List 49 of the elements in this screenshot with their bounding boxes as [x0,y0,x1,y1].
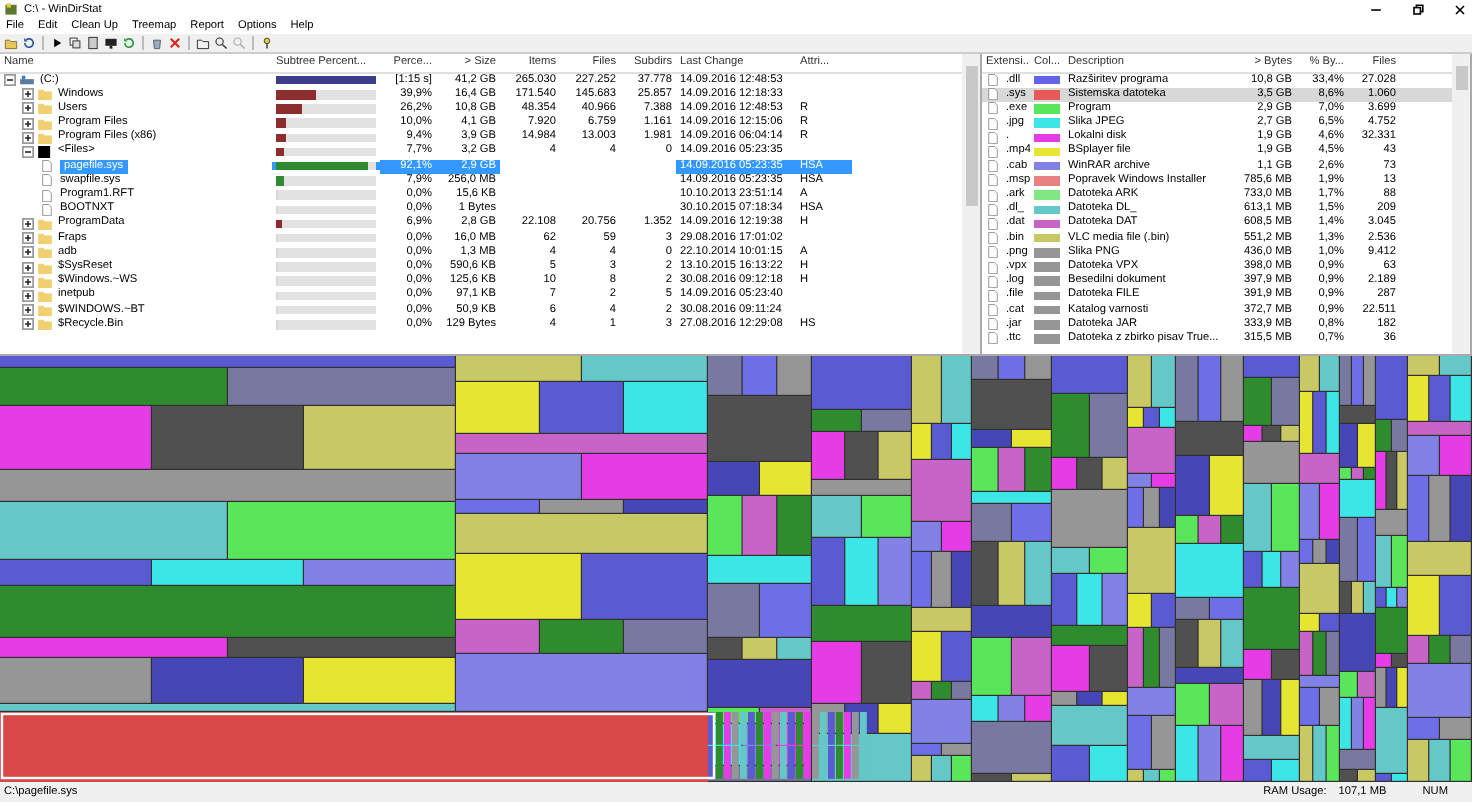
expand-toggle-icon[interactable] [22,217,34,230]
document-icon[interactable] [86,36,100,50]
help-icon[interactable] [260,36,274,50]
expand-toggle-icon[interactable] [22,261,34,274]
subtree-bar [276,276,376,286]
subtree-bar [276,320,376,330]
subtree-bar [276,291,376,301]
subtree-bar [276,118,376,128]
zoom-in-icon[interactable] [214,36,228,50]
subtree-bar [276,205,376,215]
expand-toggle-icon[interactable] [22,146,34,159]
scrollbar[interactable] [1452,54,1470,354]
files-icon [38,146,52,159]
subtree-bar [276,190,376,200]
recycle-bin-icon[interactable] [150,36,164,50]
treemap-drawing[interactable] [0,356,1472,782]
subtree-bar [276,147,376,157]
subtree-bar [276,305,376,315]
restore-icon[interactable] [1410,1,1426,17]
subtree-bar [276,90,376,100]
copy-icon[interactable] [68,36,82,50]
expand-toggle-icon[interactable] [22,232,34,245]
subtree-bar [276,104,376,114]
subtree-bar [276,248,376,258]
folder-icon[interactable] [196,36,210,50]
scrollbar[interactable] [962,54,980,354]
expand-toggle-icon[interactable] [22,304,34,317]
expand-toggle-icon[interactable] [22,275,34,288]
folder-icon[interactable] [4,36,18,50]
subtree-bar [276,262,376,272]
expand-toggle-icon[interactable] [22,318,34,331]
monitor-icon[interactable] [104,36,118,50]
refresh-icon[interactable] [22,36,36,50]
expand-toggle-icon[interactable] [22,289,34,302]
subtree-bar [276,176,376,186]
subtree-bar [276,133,376,143]
subtree-bar [276,219,376,229]
drive-icon [20,74,34,87]
expand-toggle-icon[interactable] [22,131,34,144]
expand-toggle-icon[interactable] [22,88,34,101]
subtree-bar [276,233,376,243]
expand-toggle-icon[interactable] [22,246,34,259]
delete-icon[interactable] [168,36,182,50]
expand-toggle-icon[interactable] [22,117,34,130]
close-icon[interactable] [1452,1,1468,17]
subtree-bar [276,161,376,171]
expand-toggle-icon[interactable] [4,74,16,87]
play-icon[interactable] [50,36,64,50]
expand-toggle-icon[interactable] [22,102,34,115]
